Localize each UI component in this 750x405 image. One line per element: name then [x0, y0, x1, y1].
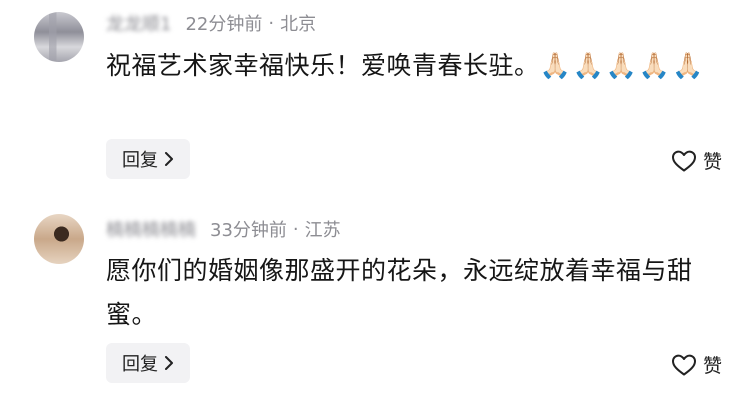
heart-outline-icon — [671, 150, 696, 171]
comment-text-block: 祝福艺术家幸福快乐！爱唤青春长驻。🙏🏻🙏🏻🙏🏻🙏🏻🙏🏻 — [106, 44, 726, 88]
comment-list: 龙龙顺1 22分钟前 · 北京 祝福艺术家幸福快乐！爱唤青春长驻。🙏🏻🙏🏻🙏🏻🙏… — [0, 0, 750, 405]
chevron-right-icon — [165, 152, 173, 166]
meta-separator: · — [268, 12, 275, 34]
praying-hands-emoji: 🙏🏻🙏🏻🙏🏻🙏🏻🙏🏻 — [539, 51, 706, 80]
like-label: 赞 — [702, 151, 722, 173]
reply-button[interactable]: 回复 — [106, 139, 190, 179]
reply-label: 回复 — [122, 354, 158, 375]
comment-text-block: 愿你们的婚姻像那盛开的花朵，永远绽放着幸福与甜蜜。 — [106, 249, 716, 337]
location: 北京 — [280, 14, 317, 35]
avatar[interactable] — [34, 12, 84, 62]
like-label: 赞 — [702, 355, 722, 377]
timestamp: 33分钟前 — [210, 220, 287, 241]
timestamp: 22分钟前 — [185, 14, 263, 35]
heart-outline-icon — [671, 354, 696, 375]
comment-item: 龙龙顺1 22分钟前 · 北京 祝福艺术家幸福快乐！爱唤青春长驻。🙏🏻🙏🏻🙏🏻🙏… — [0, 0, 750, 200]
username[interactable]: 龙龙顺1 — [106, 10, 171, 36]
like-button[interactable]: 赞 — [671, 351, 722, 378]
comment-item: 楠楠楠楠楠 33分钟前 · 江苏 愿你们的婚姻像那盛开的花朵，永远绽放着幸福与甜… — [0, 200, 750, 405]
like-button[interactable]: 赞 — [671, 147, 722, 174]
comment-text: 祝福艺术家幸福快乐！爱唤青春长驻。 — [106, 51, 540, 80]
comment-meta: 楠楠楠楠楠 33分钟前 · 江苏 — [106, 216, 341, 242]
avatar[interactable] — [34, 214, 84, 264]
username[interactable]: 楠楠楠楠楠 — [106, 216, 196, 242]
comment-meta: 龙龙顺1 22分钟前 · 北京 — [106, 10, 316, 36]
meta-separator: · — [292, 218, 299, 240]
comment-text: 愿你们的婚姻像那盛开的花朵，永远绽放着幸福与甜蜜。 — [106, 256, 693, 329]
reply-button[interactable]: 回复 — [106, 343, 190, 383]
location: 江苏 — [304, 220, 341, 241]
reply-label: 回复 — [122, 150, 158, 171]
chevron-right-icon — [165, 356, 173, 370]
